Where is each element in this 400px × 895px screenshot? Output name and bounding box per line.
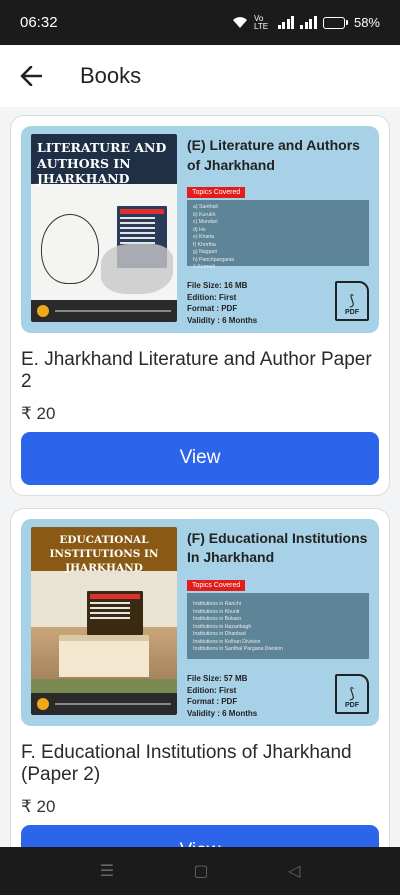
- status-bar: 06:32 Vo LTE 58%: [0, 0, 400, 45]
- book-price: ₹ 20: [21, 796, 56, 816]
- recent-apps-icon[interactable]: ☰: [100, 861, 114, 881]
- status-icons: Vo LTE 58%: [232, 13, 380, 31]
- topic-item: Institutions in Khunti: [193, 608, 240, 615]
- book-name: F. Educational Institutions of Jharkhand…: [21, 741, 352, 786]
- pdf-label: PDF: [345, 309, 359, 316]
- view-button[interactable]: View: [21, 824, 379, 847]
- signal-icon: [300, 16, 317, 29]
- topic-item: Institutions in Bokaro: [193, 616, 242, 623]
- topic-item: d) Ho: [193, 226, 206, 233]
- topic-item: h) Panchpargania: [193, 256, 234, 263]
- page-title: Books: [80, 63, 142, 88]
- topics-label: Topics Covered: [187, 580, 246, 591]
- network-label: Vo LTE: [253, 13, 269, 31]
- topics-list: a) Santhali b) Kurukh c) Mundari d) Ho e…: [187, 200, 369, 270]
- battery-icon: [322, 16, 348, 29]
- pdf-label: PDF: [345, 701, 359, 709]
- pdf-icon: ⟆ PDF: [335, 673, 369, 714]
- app-bar: Books: [0, 45, 400, 107]
- topic-item: c) Mundari: [193, 219, 218, 226]
- back-button[interactable]: [0, 45, 62, 107]
- pdf-icon: ⟆ PDF: [335, 281, 369, 321]
- book-banner: EDUCATIONAL INSTITUTIONS IN JHARKHAND (F…: [21, 518, 379, 726]
- topics-list: Institutions in Ranchi Institutions in K…: [187, 593, 369, 659]
- system-nav-bar: ☰ ▢ ◁: [0, 847, 400, 895]
- cover-title: LITERATURE AND AUTHORS IN JHARKHAND: [31, 134, 177, 186]
- arrow-left-icon: [20, 66, 42, 86]
- book-price: ₹ 20: [21, 403, 56, 423]
- topic-item: Institutions in Kolhan Division: [193, 638, 261, 645]
- topic-item: b) Kurukh: [193, 211, 216, 218]
- wifi-icon: [232, 17, 247, 28]
- banner-title: (E) Literature and Authors of Jharkhand: [187, 137, 360, 173]
- book-name: E. Jharkhand Literature and Author Paper…: [21, 349, 372, 393]
- banner-title: (F) Educational Institutions In Jharkhan…: [187, 529, 368, 566]
- clock: 06:32: [20, 14, 58, 31]
- book-card[interactable]: LITERATURE AND AUTHORS IN JHARKHAND (E) …: [10, 115, 390, 496]
- back-nav-icon[interactable]: ◁: [288, 861, 300, 881]
- topic-item: Institutions in Ranchi: [193, 601, 241, 607]
- view-button[interactable]: View: [21, 431, 379, 485]
- topic-item: f) Khortha: [193, 241, 216, 248]
- topic-item: g) Nagpuri: [193, 249, 218, 256]
- cover-title: EDUCATIONAL INSTITUTIONS IN JHARKHAND: [31, 526, 177, 574]
- book-banner: LITERATURE AND AUTHORS IN JHARKHAND (E) …: [21, 126, 379, 333]
- book-card[interactable]: EDUCATIONAL INSTITUTIONS IN JHARKHAND (F…: [10, 507, 390, 847]
- book-list[interactable]: LITERATURE AND AUTHORS IN JHARKHAND (E) …: [0, 107, 400, 847]
- battery-percent: 58%: [353, 15, 380, 30]
- topic-item: Institutions in Santhal Pargana Division: [193, 646, 283, 653]
- topic-item: Institutions in Dhanbad: [193, 631, 246, 638]
- book-cover-image: EDUCATIONAL INSTITUTIONS IN JHARKHAND: [31, 526, 177, 715]
- book-cover-image: LITERATURE AND AUTHORS IN JHARKHAND: [31, 134, 177, 322]
- home-icon[interactable]: ▢: [193, 861, 208, 881]
- signal-icon: [277, 16, 295, 29]
- topic-item: i) Kurmali: [193, 264, 215, 271]
- topic-item: Institutions in Hazaribagh: [193, 623, 252, 630]
- topic-item: e) Kharia: [193, 234, 215, 241]
- topics-label: Topics Covered: [187, 187, 246, 199]
- topic-item: a) Santhali: [193, 204, 218, 211]
